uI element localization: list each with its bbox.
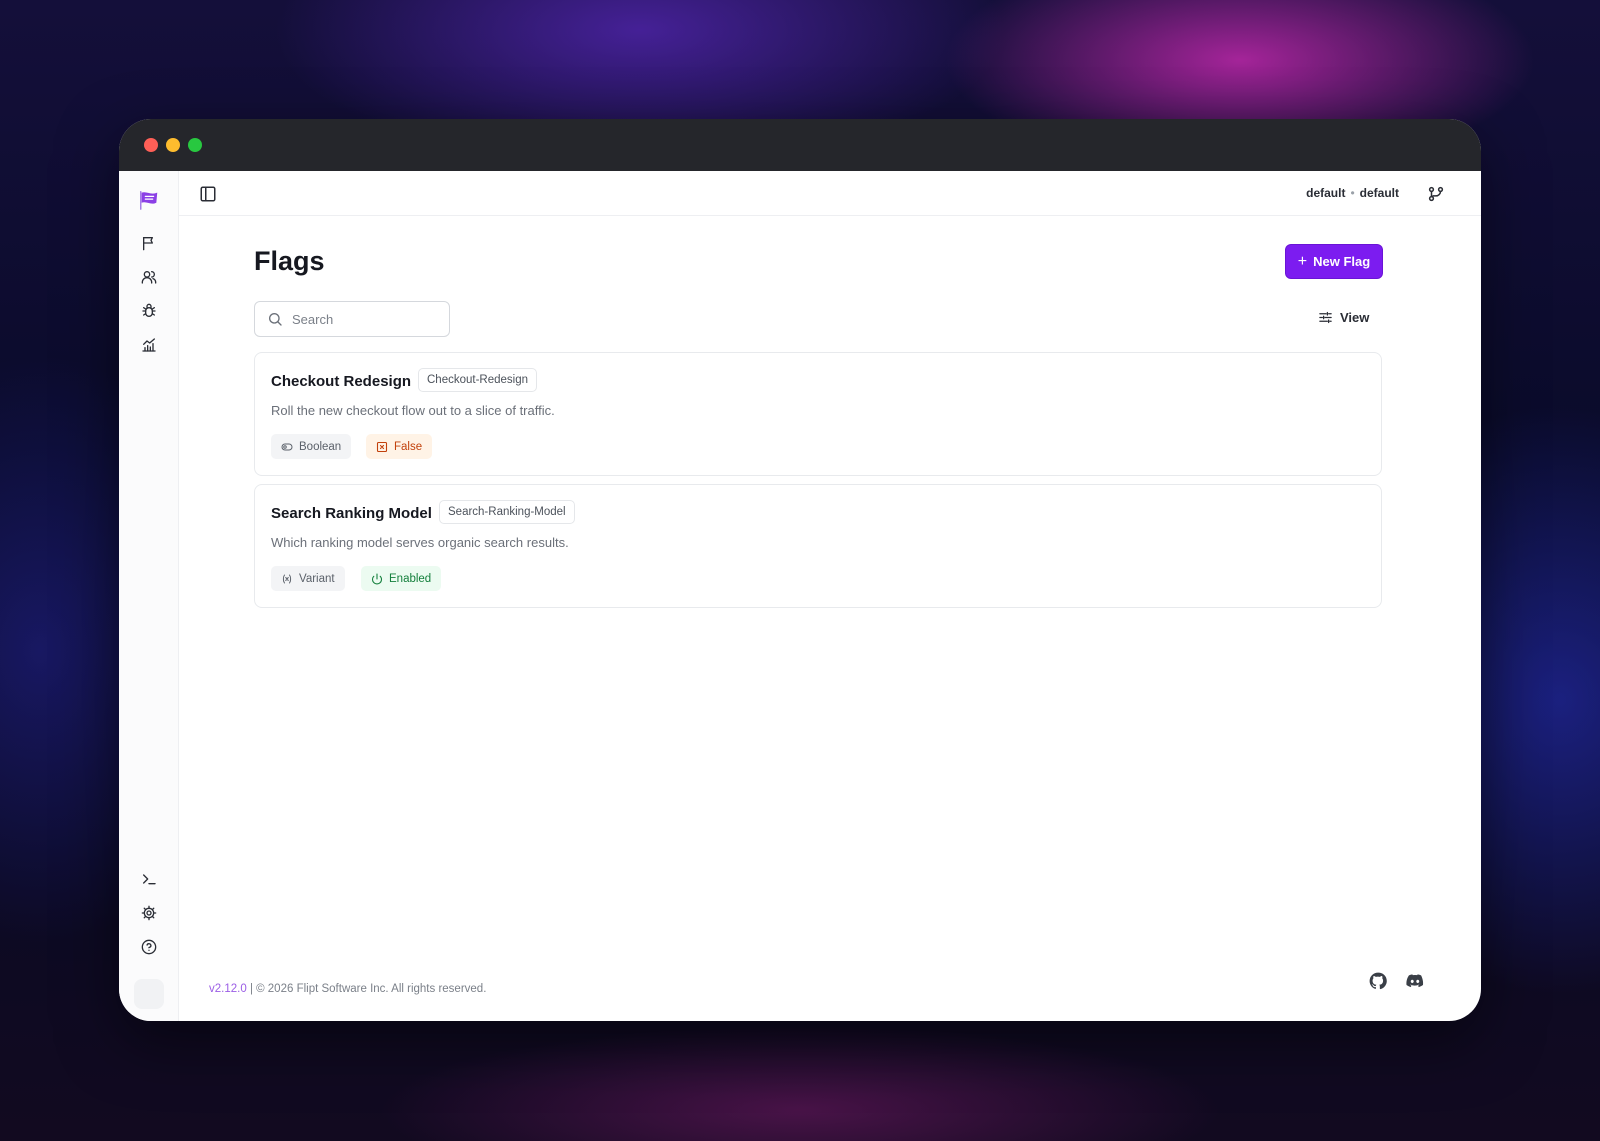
close-window-button[interactable] — [144, 138, 158, 152]
flag-type-label: Variant — [299, 572, 335, 585]
environment-label: default — [1306, 186, 1346, 200]
maximize-window-button[interactable] — [188, 138, 202, 152]
window-titlebar — [119, 119, 1481, 171]
toggle-sidebar-icon[interactable] — [199, 185, 217, 203]
users-icon[interactable] — [139, 267, 159, 287]
app-body: default • default Flags + New Flag View Ch… — [119, 171, 1481, 1021]
flag-name: Checkout Redesign — [271, 373, 412, 390]
analytics-icon[interactable] — [139, 335, 159, 355]
flag-card[interactable]: Search Ranking Model Search-Ranking-Mode… — [254, 484, 1382, 608]
search-icon — [269, 313, 282, 326]
main-content: default • default Flags + New Flag View Ch… — [179, 171, 1481, 1021]
discord-icon[interactable] — [1405, 971, 1425, 991]
namespace-switcher[interactable]: default • default — [1306, 186, 1399, 200]
flag-icon[interactable] — [139, 233, 159, 253]
flag-status-badge: False — [366, 434, 433, 459]
search-field[interactable] — [254, 301, 450, 337]
view-label: View — [1340, 310, 1370, 325]
toggle-icon — [281, 443, 293, 450]
flipt-logo-icon[interactable] — [138, 189, 160, 211]
x-square-icon — [376, 441, 388, 452]
version-label[interactable]: v2.12.0 — [209, 983, 247, 995]
power-icon — [371, 572, 383, 585]
flag-type-badge: Variant — [271, 566, 345, 591]
flag-type-label: Boolean — [299, 440, 342, 453]
namespace-label: default — [1359, 186, 1399, 200]
flag-type-badge: Boolean — [271, 434, 352, 459]
flag-key-badge: Search-Ranking-Model — [439, 500, 575, 524]
sidebar — [119, 171, 179, 1021]
app-window: default • default Flags + New Flag View Ch… — [119, 119, 1481, 1021]
bug-icon[interactable] — [139, 301, 159, 321]
search-input[interactable] — [292, 311, 432, 327]
flag-name: Search Ranking Model — [271, 505, 432, 522]
terminal-icon[interactable] — [139, 869, 159, 889]
help-icon[interactable] — [139, 937, 159, 957]
flag-key-badge: Checkout-Redesign — [418, 368, 538, 392]
git-branch-icon[interactable] — [1427, 185, 1445, 203]
variable-icon — [282, 574, 292, 583]
flag-status-label: Enabled — [389, 572, 432, 585]
new-flag-button[interactable]: + New Flag — [1286, 245, 1382, 278]
sliders-icon — [1319, 311, 1332, 324]
user-avatar[interactable] — [134, 979, 164, 1009]
footer: v2.12.0 | © 2026 Flipt Software Inc. All… — [209, 983, 486, 995]
flag-status-label: False — [394, 440, 423, 453]
page-title: Flags — [254, 246, 325, 276]
gear-icon[interactable] — [139, 903, 159, 923]
new-flag-label: New Flag — [1313, 254, 1371, 269]
plus-icon: + — [1297, 252, 1308, 270]
copyright-text: | © 2026 Flipt Software Inc. All rights … — [249, 983, 487, 995]
namespace-separator: • — [1350, 186, 1355, 200]
flag-status-badge: Enabled — [361, 566, 442, 591]
minimize-window-button[interactable] — [166, 138, 180, 152]
flag-description: Roll the new checkout flow out to a slic… — [271, 403, 555, 418]
top-bar: default • default — [179, 171, 1481, 216]
flag-description: Which ranking model serves organic searc… — [271, 535, 569, 550]
flag-card[interactable]: Checkout Redesign Checkout-Redesign Roll… — [254, 352, 1382, 476]
github-icon[interactable] — [1368, 971, 1388, 991]
view-options-button[interactable]: View — [1318, 310, 1369, 325]
